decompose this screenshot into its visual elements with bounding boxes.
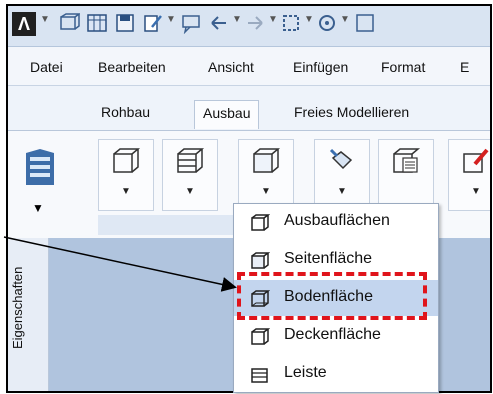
annotation-arrow-icon <box>3 236 237 292</box>
